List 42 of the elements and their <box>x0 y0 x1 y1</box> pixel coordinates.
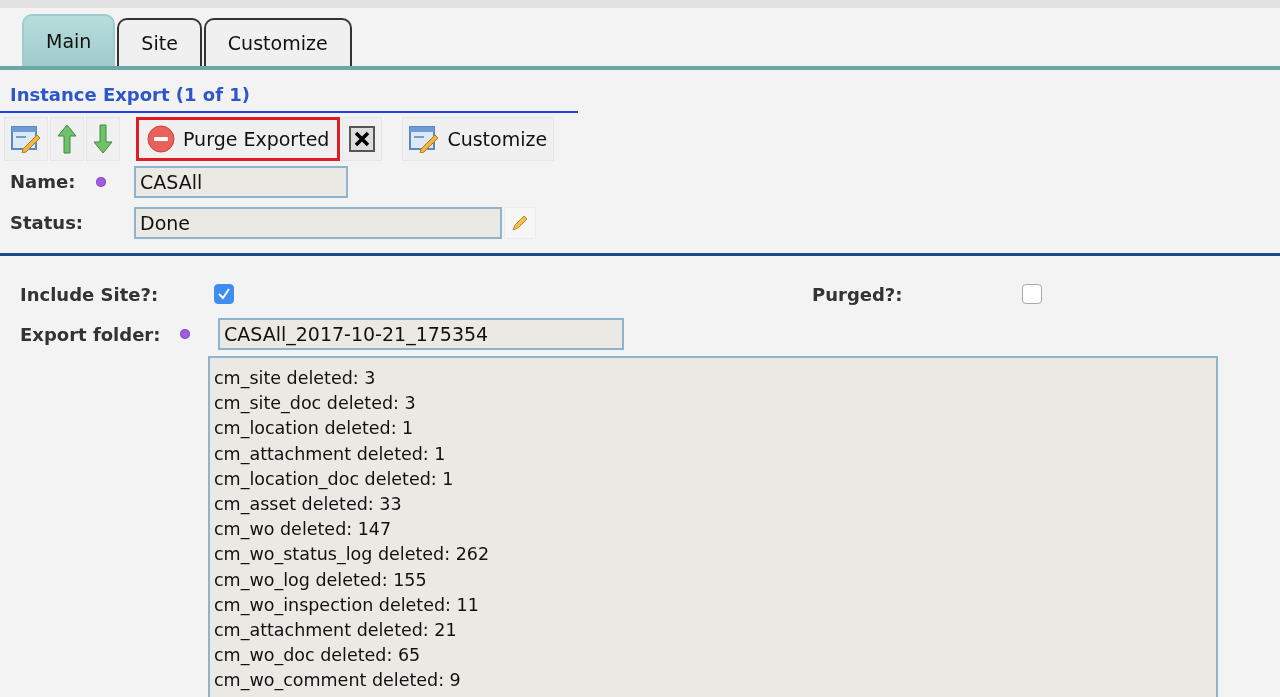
edit-button[interactable] <box>504 206 536 239</box>
form-pencil-icon <box>409 125 440 153</box>
log-line: cm_location_doc deleted: 1 <box>214 467 455 492</box>
log-text-area[interactable] <box>208 356 1218 697</box>
text-field[interactable]: CASAll_2017-10-21_175354 <box>218 318 624 350</box>
field-label: Purged?: <box>812 283 904 305</box>
log-line: cm_site_doc deleted: 3 <box>214 392 417 416</box>
checkbox[interactable] <box>1022 284 1042 304</box>
log-line: cm_site deleted: 3 <box>214 367 377 391</box>
move-down-button[interactable] <box>86 117 120 161</box>
delete-button[interactable] <box>342 117 383 161</box>
log-line: cm_attachment deleted: 21 <box>214 619 458 643</box>
customize-button[interactable]: Customize <box>402 117 555 161</box>
text-field[interactable]: Done <box>134 206 502 239</box>
log-line: cm_wo_log deleted: 155 <box>214 568 428 593</box>
checkbox[interactable] <box>214 284 234 304</box>
tab[interactable]: Main <box>22 14 116 66</box>
up-arrow-icon <box>57 124 77 154</box>
section-title: Instance Export (1 of 1) <box>0 70 578 113</box>
log-line: cm_wo deleted: 147 <box>214 518 393 542</box>
log-line: cm_wo_inspection deleted: 11 <box>214 593 480 618</box>
minus-circle-icon <box>147 125 175 153</box>
field-label: Export folder: <box>20 323 162 345</box>
field-label: Status: <box>10 212 85 233</box>
close-icon <box>349 126 376 152</box>
log-line: cm_attachment deleted: 1 <box>214 442 447 467</box>
tab[interactable]: Customize <box>203 18 352 66</box>
down-arrow-icon <box>93 124 113 154</box>
edit-button[interactable] <box>4 117 48 161</box>
log-line: cm_location deleted: 1 <box>214 417 415 441</box>
field-label: Include Site?: <box>20 283 160 305</box>
pencil-icon <box>511 213 529 232</box>
purge-exported-button[interactable]: Purge Exported <box>136 117 341 161</box>
log-line: cm_wo_status_log deleted: 262 <box>214 543 491 567</box>
log-line: cm_asset deleted: 33 <box>214 493 403 517</box>
form-pencil-icon <box>11 125 41 153</box>
log-line: cm_wo_comment deleted: 9 <box>214 669 462 693</box>
field-label: Name: <box>10 171 77 192</box>
log-line: cm_wo_doc deleted: 65 <box>214 644 422 668</box>
tab[interactable]: Site <box>117 18 202 66</box>
text-field[interactable]: CASAll <box>134 165 348 198</box>
move-up-button[interactable] <box>50 117 84 161</box>
